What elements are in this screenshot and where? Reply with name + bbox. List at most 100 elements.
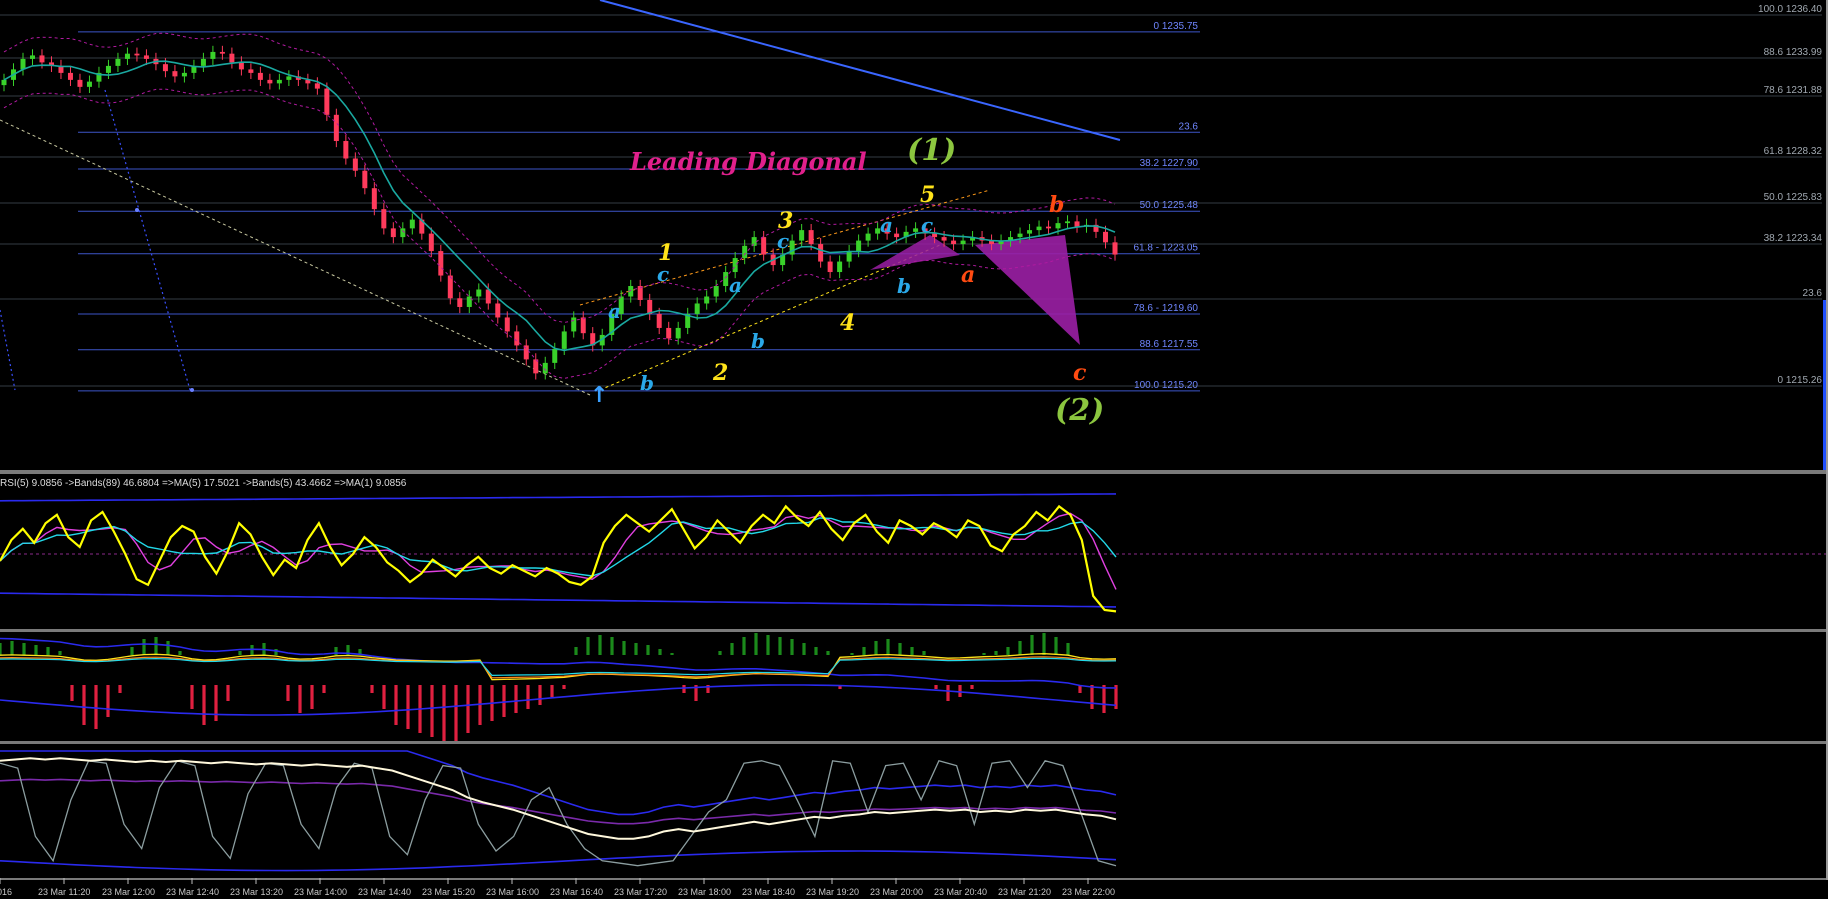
histogram-bar — [778, 637, 782, 655]
histogram-bar — [34, 645, 38, 655]
candle — [29, 55, 35, 59]
candle — [865, 233, 871, 241]
histogram-bar — [382, 685, 386, 709]
histogram-bar — [394, 685, 398, 725]
candle — [134, 53, 140, 56]
candle — [333, 114, 339, 142]
histogram-bar — [214, 685, 218, 721]
histogram-bar — [538, 685, 542, 705]
wave-label-a: a — [729, 273, 742, 297]
candle — [267, 79, 273, 84]
histogram-bar — [22, 643, 26, 655]
candle — [732, 258, 738, 273]
histogram-bar — [670, 653, 674, 655]
candle — [124, 53, 130, 59]
candle — [704, 296, 710, 304]
histogram-bar — [166, 641, 170, 655]
histogram-bar — [898, 643, 902, 655]
candle — [428, 233, 434, 252]
candle — [381, 209, 387, 229]
wave-label-a: a — [608, 299, 621, 323]
histogram-bar — [658, 649, 662, 655]
candle — [276, 79, 282, 84]
fib-level-label: 23.6 — [1179, 121, 1199, 132]
candle — [105, 65, 111, 73]
wave-label-primary-2: (2) — [1055, 393, 1104, 428]
start-arrow-icon: ↑ — [590, 383, 608, 408]
histogram-bar — [130, 647, 134, 655]
histogram-bar — [550, 685, 554, 697]
time-tick-label: 23 Mar 16:40 — [550, 887, 603, 897]
candle — [200, 58, 206, 66]
wave-label-c: c — [1073, 360, 1087, 386]
candle — [827, 261, 833, 273]
scroll-marker[interactable] — [1823, 300, 1826, 470]
histogram-bar — [142, 639, 146, 655]
candle — [210, 51, 216, 59]
panel-separator[interactable] — [0, 470, 1828, 474]
fib-level-label: 0 1235.75 — [1154, 21, 1199, 32]
time-tick-label: 23 Mar 19:20 — [806, 887, 859, 897]
fib-level-label: 38.2 1227.90 — [1140, 158, 1199, 169]
candle — [400, 228, 406, 238]
candle — [799, 230, 805, 241]
candle — [1017, 233, 1023, 238]
pivot-point — [190, 388, 194, 392]
histogram-bar — [574, 647, 578, 655]
histogram-bar — [466, 685, 470, 733]
candle — [666, 327, 672, 339]
candle — [542, 362, 548, 374]
histogram-bar — [718, 651, 722, 655]
histogram-bar — [946, 685, 950, 701]
candle — [561, 331, 567, 349]
histogram-bar — [502, 685, 506, 717]
time-tick-label: 23 Mar 17:20 — [614, 887, 667, 897]
histogram-bar — [1054, 637, 1058, 655]
histogram-bar — [790, 639, 794, 655]
candle — [1046, 226, 1052, 229]
candle — [115, 58, 121, 66]
candle — [86, 81, 92, 87]
histogram-bar — [1006, 647, 1010, 655]
time-tick-label: 23 Mar 14:00 — [294, 887, 347, 897]
fib-level-label: 100.0 1236.40 — [1758, 4, 1822, 15]
histogram-bar — [118, 685, 122, 693]
histogram-bar — [322, 685, 326, 693]
histogram-bar — [286, 685, 290, 701]
time-tick-label: 23 Mar 22:00 — [1062, 887, 1115, 897]
histogram-bar — [910, 647, 914, 655]
histogram-bar — [646, 645, 650, 655]
histogram-bar — [94, 685, 98, 729]
candle — [514, 331, 520, 346]
histogram-bar — [1042, 633, 1046, 655]
wave-label-a: a — [880, 213, 893, 237]
time-tick-label: 23 Mar 18:00 — [678, 887, 731, 897]
fib-level-label: 50.0 1225.48 — [1140, 200, 1199, 211]
candle — [219, 51, 225, 54]
candle — [713, 286, 719, 297]
candle — [894, 233, 900, 238]
candle — [286, 76, 292, 80]
panel-separator[interactable] — [0, 629, 1828, 632]
histogram-bar — [0, 643, 2, 655]
wave-label-b: b — [1049, 192, 1064, 218]
time-tick-label: 23 Mar 16:00 — [486, 887, 539, 897]
histogram-bar — [1066, 643, 1070, 655]
histogram-bar — [1030, 635, 1034, 655]
candle — [808, 230, 814, 245]
wave-label-primary-1: (1) — [907, 133, 956, 168]
time-tick-label: Mar 2016 — [0, 887, 12, 897]
histogram-bar — [238, 651, 242, 655]
candle — [438, 251, 444, 276]
candle — [143, 55, 149, 59]
histogram-bar — [430, 685, 434, 737]
panel-separator[interactable] — [0, 878, 1828, 880]
panel-separator[interactable] — [0, 741, 1828, 744]
candle — [257, 72, 263, 80]
pivot-point — [135, 208, 139, 212]
candle — [238, 62, 244, 70]
histogram-bar — [994, 651, 998, 655]
histogram-bar — [874, 641, 878, 655]
fib-level-label: 23.6 — [1803, 288, 1823, 299]
histogram-bar — [454, 685, 458, 741]
